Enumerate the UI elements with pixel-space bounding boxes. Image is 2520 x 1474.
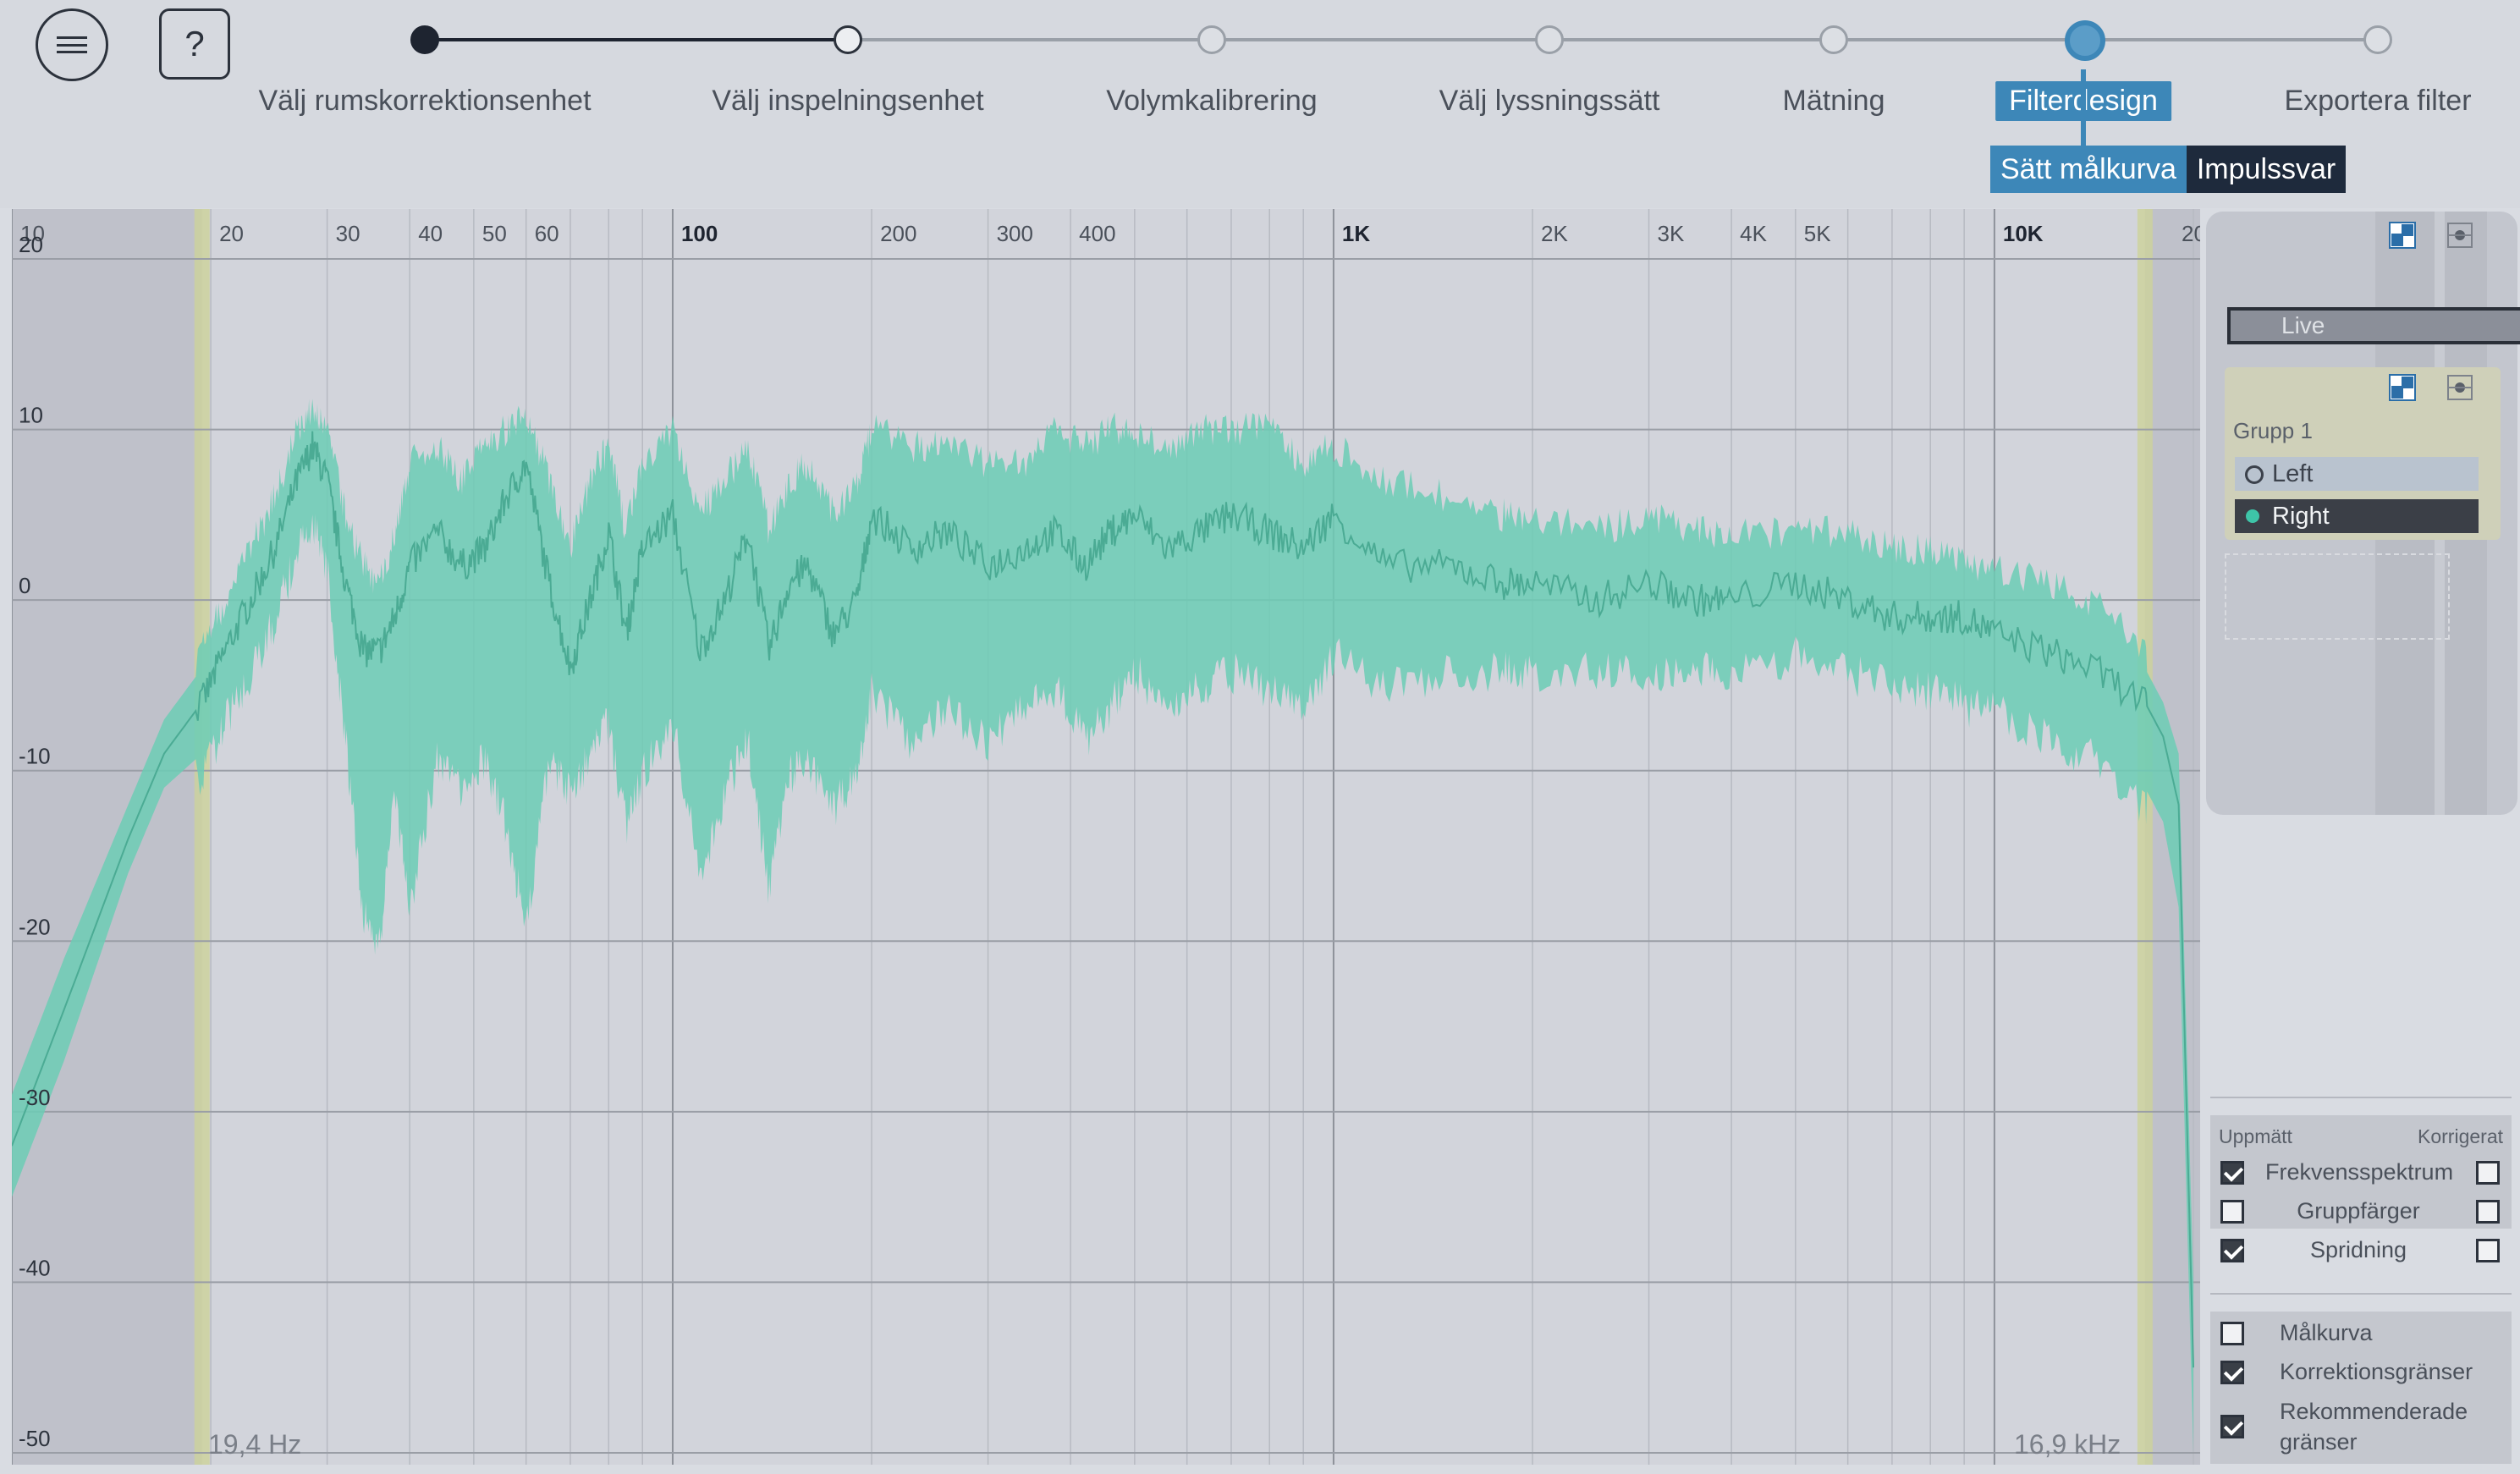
group-split-icon[interactable] bbox=[2389, 374, 2416, 401]
radio-icon bbox=[2245, 465, 2264, 484]
x-tick-label: 30 bbox=[336, 221, 360, 246]
solo-view-icon[interactable] bbox=[2446, 222, 2473, 249]
group-drop-zone[interactable] bbox=[2225, 553, 2450, 640]
corrected-checkbox[interactable] bbox=[2476, 1239, 2500, 1262]
x-tick-label: 2K bbox=[1541, 221, 1568, 246]
x-tick-label: 200 bbox=[880, 221, 916, 246]
active-step-connector bbox=[2081, 69, 2086, 147]
x-tick-label: 4K bbox=[1740, 221, 1767, 246]
high-limit-label: 16,9 kHz bbox=[2014, 1429, 2121, 1460]
x-tick-label: 1K bbox=[1342, 221, 1370, 246]
measured-checkbox[interactable] bbox=[2220, 1200, 2244, 1224]
hamburger-icon bbox=[57, 36, 87, 53]
x-tick-label: 300 bbox=[997, 221, 1033, 246]
step-dot-icon[interactable] bbox=[1197, 25, 1226, 54]
split-view-icon[interactable] bbox=[2389, 222, 2416, 249]
group-card: Grupp 1 Left Right bbox=[2225, 367, 2501, 540]
corrected-checkbox[interactable] bbox=[2476, 1161, 2500, 1185]
help-button[interactable]: ? bbox=[159, 8, 230, 80]
progress-track-done bbox=[425, 38, 848, 41]
option-label: Rekommenderade gränser bbox=[2280, 1399, 2468, 1455]
step-dot-icon[interactable] bbox=[2065, 20, 2105, 61]
progress-track-todo bbox=[848, 38, 2378, 41]
live-label: Live bbox=[2281, 312, 2325, 338]
option-checkbox[interactable] bbox=[2220, 1415, 2244, 1438]
divider bbox=[2210, 1097, 2512, 1098]
option-label: Målkurva bbox=[2280, 1320, 2373, 1345]
y-tick-label: -10 bbox=[19, 744, 51, 769]
corrected-header: Korrigerat bbox=[2418, 1125, 2503, 1147]
step-dot-icon[interactable] bbox=[410, 25, 439, 54]
step-label[interactable]: Välj rumskorrektionsenhet bbox=[258, 85, 591, 118]
y-tick-label: 0 bbox=[19, 573, 30, 598]
corrected-checkbox[interactable] bbox=[2476, 1200, 2500, 1224]
wizard-header: ? Välj rumskorrektionsenhet Välj inspelni… bbox=[0, 0, 2520, 208]
x-tick-label: 60 bbox=[535, 221, 559, 246]
channel-panel: Live Grupp 1 Left Right bbox=[2206, 212, 2520, 815]
channel-left[interactable]: Left bbox=[2235, 457, 2479, 491]
step-label[interactable]: Välj inspelningsenhet bbox=[712, 85, 983, 118]
step-label[interactable]: Välj lyssningssätt bbox=[1439, 85, 1660, 118]
measured-checkbox[interactable] bbox=[2220, 1239, 2244, 1262]
y-tick-label: -30 bbox=[19, 1085, 51, 1110]
x-tick-label: 50 bbox=[482, 221, 507, 246]
frequency-response-plot[interactable]: 10 20 30 40 50 60 100 200 300 400 1K 2K 3K 4K 5K 10K 20 2… bbox=[12, 209, 2200, 1465]
radio-selected-icon bbox=[2246, 509, 2259, 523]
subtab-bar: Sätt målkurva Impulssvar bbox=[1990, 146, 2347, 193]
y-tick-label: 20 bbox=[19, 232, 43, 257]
question-icon: ? bbox=[184, 24, 205, 63]
step-dot-icon[interactable] bbox=[2363, 25, 2392, 54]
step-dot-icon[interactable] bbox=[834, 25, 862, 54]
x-tick-label: 40 bbox=[418, 221, 443, 246]
group-title: Grupp 1 bbox=[2233, 418, 2313, 443]
y-tick-label: -20 bbox=[19, 914, 51, 939]
x-tick-label: 400 bbox=[1079, 221, 1115, 246]
y-tick-label: -50 bbox=[19, 1426, 51, 1451]
option-label: Korrektionsgränser bbox=[2280, 1359, 2473, 1384]
divider bbox=[2210, 1293, 2512, 1295]
step-label[interactable]: Exportera filter bbox=[2284, 85, 2471, 118]
menu-button[interactable] bbox=[36, 8, 108, 81]
step-label[interactable]: Mätning bbox=[1783, 85, 1885, 118]
measured-checkbox[interactable] bbox=[2220, 1161, 2244, 1185]
option-checkbox[interactable] bbox=[2220, 1361, 2244, 1384]
x-tick-label: 3K bbox=[1658, 221, 1685, 246]
y-tick-label: 10 bbox=[19, 403, 43, 428]
channel-right[interactable]: Right bbox=[2235, 499, 2479, 533]
y-tick-label: -40 bbox=[19, 1255, 51, 1280]
channel-right-label: Right bbox=[2272, 502, 2330, 530]
channel-left-label: Left bbox=[2272, 459, 2314, 487]
x-tick-label: 10K bbox=[2003, 221, 2044, 246]
x-tick-label: 20 bbox=[219, 221, 244, 246]
tab-target-curve[interactable]: Sätt målkurva bbox=[1990, 146, 2187, 193]
x-tick-label: 100 bbox=[681, 221, 718, 246]
frequency-chart[interactable]: 10 20 30 40 50 60 100 200 300 400 1K 2K 3K 4K 5K 10K 202… bbox=[12, 209, 2200, 1465]
step-label[interactable]: Volymkalibrering bbox=[1106, 85, 1317, 118]
high-limit-band bbox=[2137, 209, 2153, 1465]
option-label: Spridning bbox=[2309, 1237, 2407, 1262]
live-toggle[interactable]: Live bbox=[2227, 307, 2520, 344]
option-label: Gruppfärger bbox=[2297, 1198, 2420, 1224]
low-limit-label: 19,4 Hz bbox=[208, 1429, 302, 1460]
option-label: Frekvensspektrum bbox=[2265, 1159, 2454, 1185]
measured-header: Uppmätt bbox=[2219, 1125, 2292, 1147]
x-tick-label: 20 bbox=[2182, 221, 2200, 246]
x-tick-label: 5K bbox=[1804, 221, 1831, 246]
step-dot-icon[interactable] bbox=[1535, 25, 1564, 54]
step-dot-icon[interactable] bbox=[1819, 25, 1848, 54]
group-solo-icon[interactable] bbox=[2446, 374, 2473, 401]
option-checkbox[interactable] bbox=[2220, 1322, 2244, 1345]
low-limit-band bbox=[194, 209, 210, 1465]
tab-impulse-response[interactable]: Impulssvar bbox=[2186, 146, 2347, 193]
